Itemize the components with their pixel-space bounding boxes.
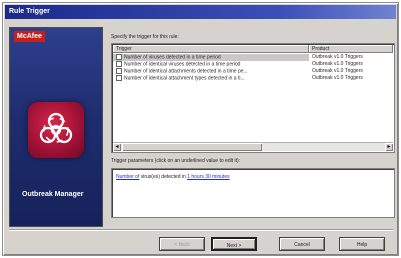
trigger-name: Number of viruses detected in a time per…	[124, 54, 221, 61]
biohazard-icon	[28, 102, 84, 158]
trigger-parameters-box: Number of virus(es) detected in 1 hours …	[111, 168, 395, 218]
cancel-button[interactable]: Cancel	[279, 237, 325, 251]
scroll-right-icon[interactable]: ▸	[385, 143, 393, 151]
next-button[interactable]: Next >	[211, 237, 257, 251]
title-bar[interactable]: Rule Trigger	[5, 5, 396, 19]
checkbox-icon[interactable]	[116, 54, 122, 60]
parameters-label: Trigger parameters (click on an underlin…	[111, 158, 241, 164]
product-banner: McAfee Outbreak Manager	[9, 27, 103, 227]
trigger-name: Number of identical attachments detected…	[124, 68, 248, 75]
trigger-instruction: Specify the trigger for this rule:	[111, 34, 179, 40]
column-header-trigger[interactable]: Trigger	[113, 45, 309, 53]
trigger-row[interactable]: Number of identical viruses detected in …	[113, 61, 393, 68]
help-button[interactable]: Help	[339, 237, 385, 251]
trigger-product: Outbreak v1.0 Triggers	[312, 54, 363, 60]
trigger-list-header: Trigger Product	[113, 45, 393, 53]
brand-logo: McAfee	[14, 31, 45, 42]
column-header-product[interactable]: Product	[309, 45, 393, 53]
parameters-middle-text: virus(es) detected in	[140, 174, 186, 180]
horizontal-scrollbar[interactable]: ◂ ▸	[113, 142, 393, 151]
product-name: Outbreak Manager	[22, 191, 84, 198]
trigger-product: Outbreak v1.0 Triggers	[312, 68, 363, 74]
trigger-row[interactable]: Number of viruses detected in a time per…	[113, 54, 393, 61]
trigger-name: Number of identical attachment types det…	[124, 75, 245, 82]
back-button[interactable]: < Back	[159, 237, 205, 251]
count-value-link[interactable]: Number of	[116, 174, 139, 180]
checkbox-icon[interactable]	[116, 68, 122, 74]
checkbox-icon[interactable]	[116, 75, 122, 81]
scroll-left-icon[interactable]: ◂	[113, 143, 121, 151]
checkbox-icon[interactable]	[116, 61, 122, 67]
trigger-row[interactable]: Number of identical attachments detected…	[113, 68, 393, 75]
trigger-product: Outbreak v1.0 Triggers	[312, 75, 363, 81]
rule-trigger-dialog: Rule Trigger McAfee Outbreak Manager Spe…	[2, 2, 399, 256]
trigger-row[interactable]: Number of identical attachment types det…	[113, 75, 393, 82]
trigger-product: Outbreak v1.0 Triggers	[312, 61, 363, 67]
parameters-line: Number of virus(es) detected in 1 hours …	[116, 174, 230, 180]
scroll-thumb[interactable]	[122, 143, 262, 151]
window-title: Rule Trigger	[9, 8, 50, 15]
time-period-link[interactable]: 1 hours 30 minutes	[187, 174, 230, 180]
trigger-list[interactable]: Trigger Product Number of viruses detect…	[111, 43, 395, 153]
trigger-name: Number of identical viruses detected in …	[124, 61, 241, 68]
trigger-rows: Number of viruses detected in a time per…	[113, 54, 393, 82]
button-divider	[9, 229, 393, 231]
